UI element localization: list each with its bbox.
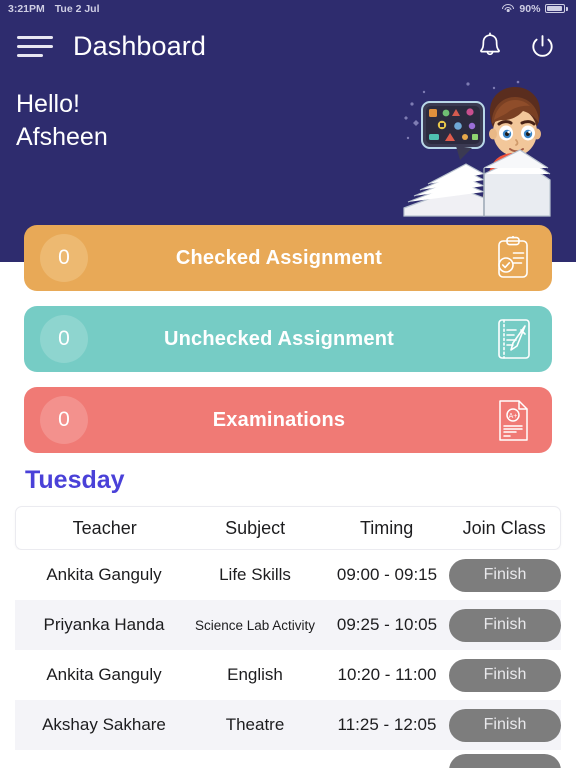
cell-teacher: Priyanka Handa [43, 615, 165, 634]
table-row: Ankita Ganguly English 10:20 - 11:00 Fin… [15, 650, 561, 700]
schedule-day-title: Tuesday [25, 466, 125, 494]
cell-subject: Life Skills [219, 565, 291, 584]
cell-join-class: Finish [449, 558, 561, 592]
notebook-pen-icon [490, 316, 536, 362]
table-row: Akshay Sakhare Theatre 11:25 - 12:05 Fin… [15, 700, 561, 750]
table-row-partial [15, 750, 561, 768]
table-row: Priyanka Handa Science Lab Activity 09:2… [15, 600, 561, 650]
wifi-icon [502, 4, 515, 13]
stat-label: Checked Assignment [175, 246, 383, 269]
stat-card-unchecked-assignment[interactable]: 0 Unchecked Assignment [24, 306, 552, 372]
finish-button[interactable]: Finish [449, 708, 561, 742]
stat-label: Unchecked Assignment [164, 327, 394, 350]
bell-icon[interactable] [473, 29, 507, 63]
student-reading-illustration [398, 76, 566, 220]
cell-teacher: Ankita Ganguly [46, 565, 162, 584]
cell-join-class [449, 750, 561, 768]
stat-card-checked-assignment[interactable]: 0 Checked Assignment [24, 225, 552, 291]
stat-label: Examinations [212, 408, 346, 431]
cell-teacher: Akshay Sakhare [42, 715, 166, 734]
status-bar-left: 3:21PM Tue 2 Jul [8, 3, 100, 15]
table-header-row: Teacher Subject Timing Join Class [15, 506, 561, 550]
column-header-timing: Timing [359, 517, 414, 538]
table-row: Ankita Ganguly Life Skills 09:00 - 09:15… [15, 550, 561, 600]
finish-button[interactable] [449, 754, 561, 768]
stat-cards: 0 Checked Assignment 0 Unchecked Assignm… [24, 225, 552, 468]
greeting-line-1: Hello! [16, 90, 80, 118]
app-bar: Dashboard [0, 17, 576, 75]
cell-join-class: Finish [449, 708, 561, 742]
hamburger-menu-icon[interactable] [17, 33, 54, 59]
column-header-teacher: Teacher [72, 517, 137, 538]
svg-text:A+: A+ [509, 413, 518, 420]
cell-subject: Theatre [225, 715, 285, 734]
app-bar-actions [473, 29, 559, 63]
clipboard-check-icon [490, 235, 536, 281]
status-bar: 3:21PM Tue 2 Jul 90% [0, 0, 576, 17]
stat-card-examinations[interactable]: 0 Examinations A+ [24, 387, 552, 453]
greeting-line-2: Afsheen [16, 123, 108, 152]
cell-join-class: Finish [449, 658, 561, 692]
status-time: 3:21PM [8, 2, 45, 15]
dashboard-screen: 3:21PM Tue 2 Jul 90% Dashboard Hello! Af… [0, 0, 576, 768]
finish-button[interactable]: Finish [449, 608, 561, 642]
column-header-join-class: Join Class [462, 517, 546, 538]
exam-paper-icon: A+ [490, 397, 536, 443]
cell-timing: 10:20 - 11:00 [337, 665, 437, 684]
status-date: Tue 2 Jul [54, 2, 100, 15]
battery-percent-label: 90% [519, 2, 541, 15]
cell-timing: 09:25 - 10:05 [336, 615, 438, 634]
finish-button[interactable]: Finish [449, 558, 561, 592]
cell-teacher: Ankita Ganguly [46, 665, 162, 684]
cell-join-class: Finish [449, 608, 561, 642]
schedule-table: Teacher Subject Timing Join Class Ankita… [15, 506, 561, 768]
page-title: Dashboard [73, 30, 206, 61]
cell-subject: Science Lab Activity [194, 617, 316, 633]
finish-button[interactable]: Finish [449, 658, 561, 692]
status-bar-right: 90% [502, 3, 568, 15]
column-header-subject: Subject [225, 517, 286, 538]
greeting-block: Hello! Afsheen [16, 88, 108, 155]
cell-timing: 11:25 - 12:05 [337, 715, 437, 734]
cell-subject: English [227, 665, 283, 684]
battery-icon [545, 4, 568, 13]
cell-timing: 09:00 - 09:15 [336, 565, 438, 584]
power-icon[interactable] [525, 29, 559, 63]
